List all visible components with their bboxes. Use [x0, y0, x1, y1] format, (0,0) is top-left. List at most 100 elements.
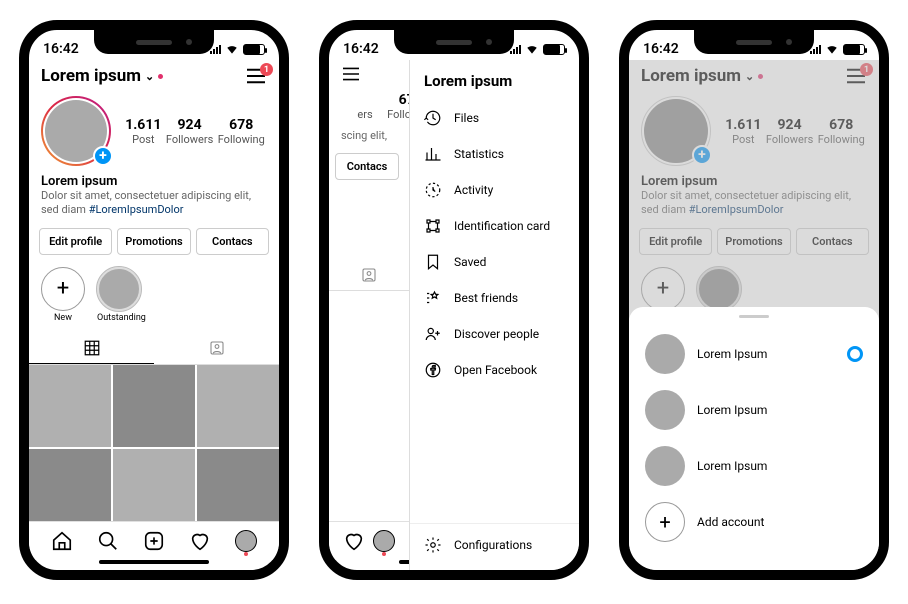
status-time: 16:42: [643, 41, 679, 57]
tagged-icon: [360, 266, 378, 284]
drawer-item-idcard[interactable]: Identification card: [410, 208, 579, 244]
stat-following[interactable]: 678 Following: [218, 117, 265, 146]
account-item[interactable]: Lorem Ipsum: [629, 438, 879, 494]
account-item[interactable]: Lorem Ipsum: [629, 382, 879, 438]
drawer-label: Configurations: [454, 538, 532, 552]
drawer-label: Files: [454, 111, 479, 125]
account-avatar: [645, 446, 685, 486]
account-avatar: [645, 390, 685, 430]
chevron-down-icon: ⌄: [145, 70, 154, 83]
promotions-button[interactable]: Promotions: [117, 228, 190, 255]
bio-display-name: Lorem ipsum: [41, 174, 267, 189]
drawer-item-facebook[interactable]: Open Facebook: [410, 352, 579, 388]
discover-icon: [424, 325, 442, 343]
posts-label: Post: [125, 133, 161, 146]
highlight-outstanding-label: Outstanding: [97, 313, 146, 323]
menu-badge: 1: [260, 63, 273, 76]
bio-text: Dolor sit amet, consectetuer adipiscing …: [41, 189, 267, 218]
add-account-label: Add account: [697, 515, 863, 529]
radio-selected-icon: [847, 346, 863, 362]
account-name: Lorem Ipsum: [697, 459, 863, 473]
nav-profile-avatar[interactable]: [373, 530, 395, 552]
post-thumbnail[interactable]: [113, 365, 195, 447]
plus-icon: +: [41, 267, 85, 311]
phone-account-switcher: 16:42 Lorem ipsum ⌄ 1 + 1: [619, 20, 889, 580]
post-thumbnail[interactable]: [113, 449, 195, 531]
following-label: Following: [387, 108, 409, 121]
tab-tagged[interactable]: [329, 260, 409, 290]
phone-notch: [394, 30, 514, 54]
post-thumbnail[interactable]: [29, 449, 111, 531]
highlight-circle: [97, 267, 141, 311]
bio-partial: scing elit,: [341, 129, 397, 143]
tab-grid[interactable]: [29, 333, 154, 364]
bio-hashtag[interactable]: #LoremIpsumDolor: [89, 203, 184, 216]
home-icon[interactable]: [51, 530, 73, 552]
following-count: 678: [218, 117, 265, 133]
edit-profile-button[interactable]: Edit profile: [39, 228, 112, 255]
drawer-item-configurations[interactable]: Configurations: [410, 523, 579, 570]
battery-icon: [543, 44, 565, 55]
stats-icon: [424, 145, 442, 163]
add-account-item[interactable]: + Add account: [629, 494, 879, 550]
account-switcher-sheet: Lorem Ipsum Lorem Ipsum Lorem Ipsum + Ad…: [629, 307, 879, 570]
account-name: Lorem Ipsum: [697, 403, 863, 417]
drawer-item-saved[interactable]: Saved: [410, 244, 579, 280]
wifi-icon: [825, 42, 839, 56]
stat-following[interactable]: 678 Following: [387, 92, 409, 121]
notification-dot: [158, 74, 163, 79]
stat-followers[interactable]: 924 Followers: [166, 117, 213, 146]
phone-notch: [694, 30, 814, 54]
username-label: Lorem ipsum: [41, 66, 141, 86]
idcard-icon: [424, 217, 442, 235]
highlight-new-label: New: [41, 313, 85, 323]
account-item[interactable]: Lorem Ipsum: [629, 326, 879, 382]
heart-icon[interactable]: [343, 530, 365, 552]
drawer-label: Activity: [454, 183, 493, 197]
drawer-item-bestfriends[interactable]: Best friends: [410, 280, 579, 316]
profile-header: Lorem ipsum ⌄ 1: [29, 60, 279, 90]
status-time: 16:42: [43, 41, 79, 57]
post-thumbnail[interactable]: [197, 365, 279, 447]
username-dropdown[interactable]: Lorem ipsum ⌄: [41, 66, 163, 86]
drawer-item-files[interactable]: Files: [410, 100, 579, 136]
side-drawer: Lorem ipsum Files Statistics Activity Id…: [409, 60, 579, 570]
drawer-item-statistics[interactable]: Statistics: [410, 136, 579, 172]
phone-profile: 16:42 Lorem ipsum ⌄ 1 +: [19, 20, 289, 580]
stat-posts[interactable]: 1.611 Post: [125, 117, 161, 146]
drawer-label: Statistics: [454, 147, 504, 161]
contacts-button[interactable]: Contacs: [335, 153, 399, 180]
tab-tagged[interactable]: [154, 333, 279, 364]
facebook-icon: [424, 361, 442, 379]
highlight-outstanding[interactable]: Outstanding: [97, 267, 146, 323]
followers-count: 924: [166, 117, 213, 133]
search-icon[interactable]: [97, 530, 119, 552]
post-thumbnail[interactable]: [29, 365, 111, 447]
new-post-icon[interactable]: [143, 530, 165, 552]
profile-avatar[interactable]: +: [41, 96, 111, 166]
drawer-item-discover[interactable]: Discover people: [410, 316, 579, 352]
bottom-nav: [329, 521, 409, 560]
highlight-new[interactable]: + New: [41, 267, 85, 323]
stat-followers-partial: 924 ers: [353, 92, 377, 121]
plus-icon: +: [645, 502, 685, 542]
history-icon: [424, 109, 442, 127]
bookmark-icon: [424, 253, 442, 271]
drawer-item-activity[interactable]: Activity: [410, 172, 579, 208]
post-thumbnail[interactable]: [197, 449, 279, 531]
followers-label-partial: ers: [353, 108, 377, 121]
nav-profile-avatar[interactable]: [235, 530, 257, 552]
drawer-label: Discover people: [454, 327, 539, 341]
menu-icon[interactable]: [341, 66, 361, 82]
menu-button[interactable]: 1: [245, 67, 267, 85]
followers-label: Followers: [166, 133, 213, 146]
tagged-icon: [208, 339, 226, 357]
drawer-label: Best friends: [454, 291, 518, 305]
phone-notch: [94, 30, 214, 54]
wifi-icon: [525, 42, 539, 56]
heart-icon[interactable]: [189, 530, 211, 552]
home-indicator[interactable]: [99, 560, 209, 564]
add-story-badge[interactable]: +: [93, 146, 113, 166]
sheet-handle[interactable]: [739, 315, 769, 318]
contacts-button[interactable]: Contacs: [196, 228, 269, 255]
